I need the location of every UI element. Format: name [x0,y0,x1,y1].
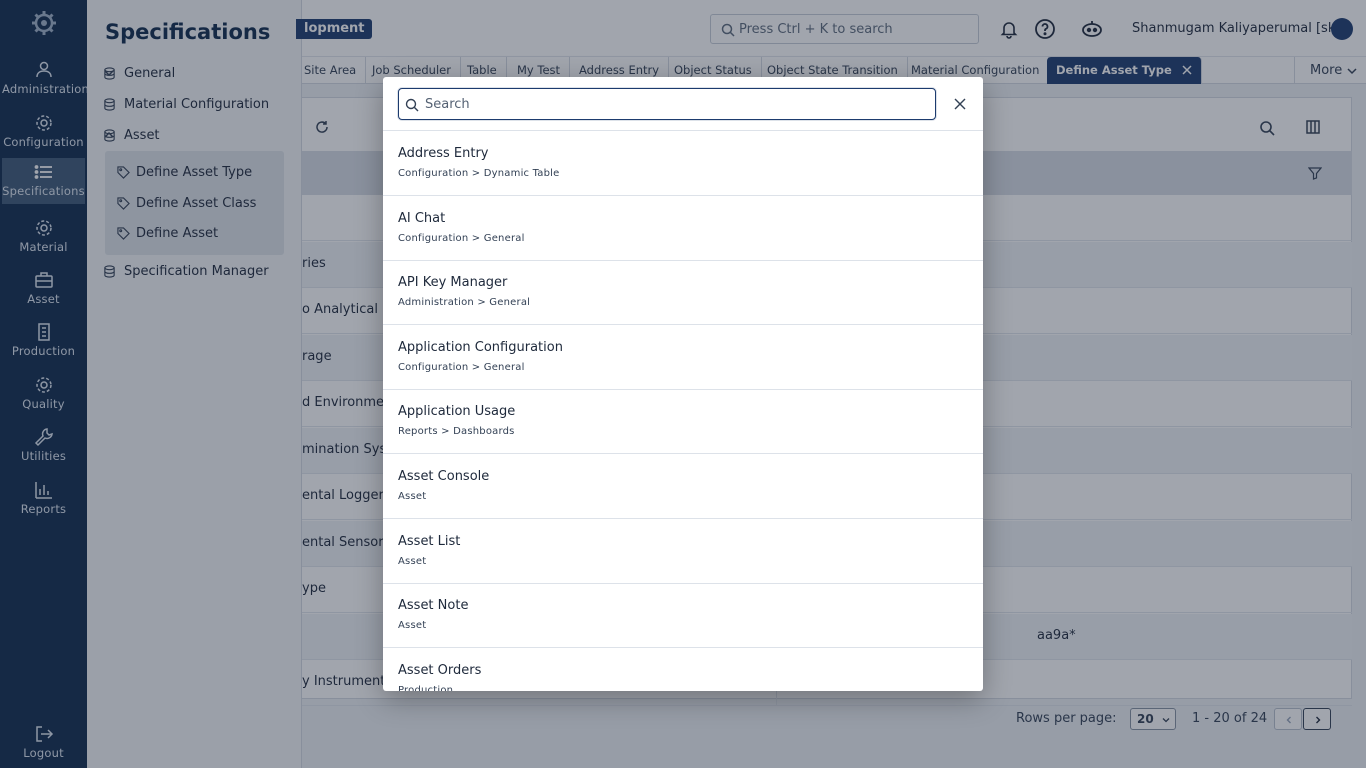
result-title: Application Usage [398,404,516,420]
result-path: Configuration > General [398,361,525,373]
result-title: Asset Note [398,598,469,614]
navigation-search-dialog: Address Entry Configuration > Dynamic Tab… [383,77,983,691]
search-result-item[interactable]: AI Chat Configuration > General [383,196,983,261]
result-path: Production [398,684,454,691]
result-title: Address Entry [398,146,489,161]
result-title: AI Chat [398,210,446,226]
result-title: Asset Orders [398,662,482,678]
search-result-item[interactable]: Application Usage Reports > Dashboards [383,389,983,455]
search-icon [405,98,419,112]
search-result-item[interactable]: Asset Console Asset [383,454,983,519]
result-path: Configuration > Dynamic Table [398,168,560,179]
close-icon[interactable] [951,95,969,113]
result-title: Asset Console [398,469,490,484]
dialog-search-box [398,88,936,120]
result-path: Configuration > General [398,232,525,244]
search-results-list: Address Entry Configuration > Dynamic Tab… [383,130,983,691]
search-result-item[interactable]: Asset Orders Production [383,648,983,691]
search-result-item[interactable]: Application Configuration Configuration >… [383,325,983,390]
result-path: Asset [398,620,427,632]
result-title: Asset List [398,533,461,549]
search-result-item[interactable]: Asset Note Asset [383,583,983,649]
result-path: Administration > General [398,297,531,309]
result-title: Application Configuration [398,339,563,355]
result-path: Asset [398,491,427,502]
search-result-item[interactable]: Address Entry Configuration > Dynamic Tab… [383,131,983,196]
search-result-item[interactable]: Asset List Asset [383,519,983,584]
result-path: Reports > Dashboards [398,426,515,438]
result-path: Asset [398,555,427,567]
search-result-item[interactable]: API Key Manager Administration > General [383,260,983,326]
result-title: API Key Manager [398,275,508,291]
dialog-search-input[interactable] [425,92,925,116]
